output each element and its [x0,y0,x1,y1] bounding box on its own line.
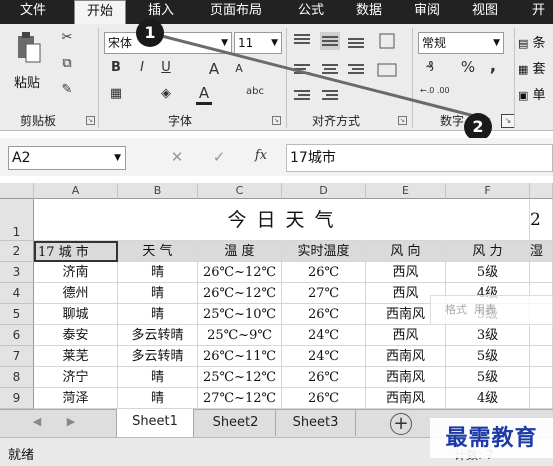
table-cell[interactable]: 莱芜 [34,346,118,367]
row-header[interactable]: 6 [0,325,34,346]
table-cell[interactable]: 西风 [366,262,446,283]
table-cell[interactable] [530,367,553,388]
table-cell[interactable]: 26℃ [282,388,366,409]
table-cell[interactable]: 济南 [34,262,118,283]
worksheet-grid: A B C D E F 1 2 3 4 5 6 7 8 9 10 今 日 天 气… [0,183,553,409]
header-cell[interactable]: 风 向 [366,241,446,262]
row-header[interactable]: 1 [0,199,34,241]
table-cell[interactable] [530,388,553,409]
table-cell[interactable]: 27℃~12℃ [198,388,282,409]
ghost-text-b: 用表 [474,303,496,316]
row-header[interactable]: 4 [0,283,34,304]
enter-icon[interactable]: ✓ [210,148,228,166]
column-header[interactable]: F [446,183,530,199]
header-cell[interactable]: 湿 [530,241,553,262]
table-cell[interactable]: 济宁 [34,367,118,388]
sheet-tab-active[interactable]: Sheet1 [116,409,194,437]
table-cell[interactable]: 5级 [446,262,530,283]
ghost-text-a: 格式 [445,303,467,316]
row-header[interactable]: 2 [0,241,34,262]
table-cell[interactable]: 25℃~10℃ [198,304,282,325]
table-cell[interactable]: 3级 [446,325,530,346]
table-cell[interactable]: 多云转晴 [118,325,198,346]
table-cell[interactable]: 26℃~12℃ [198,262,282,283]
scroll-right-icon[interactable]: ▶ [64,415,78,428]
table-cell[interactable]: 西南风 [366,346,446,367]
scroll-left-icon[interactable]: ◀ [30,415,44,428]
column-header[interactable]: C [198,183,282,199]
watermark-logo: 最需教育 [430,418,553,458]
column-header[interactable]: E [366,183,446,199]
insert-function-icon[interactable]: fx [250,148,272,163]
chevron-down-icon: ▼ [114,153,121,163]
table-cell[interactable]: 26℃ [282,304,366,325]
table-cell[interactable]: 多云转晴 [118,346,198,367]
status-ready: 就绪 [8,448,35,463]
table-cell[interactable]: 24℃ [282,346,366,367]
column-header[interactable]: B [118,183,198,199]
row-header[interactable]: 7 [0,346,34,367]
table-cell[interactable]: 西南风 [366,388,446,409]
column-header[interactable]: D [282,183,366,199]
table-cell[interactable]: 晴 [118,283,198,304]
table-cell[interactable] [530,325,553,346]
header-cell[interactable]: 风 力 [446,241,530,262]
select-all-corner[interactable] [0,183,34,199]
table-cell[interactable]: 26℃ [282,262,366,283]
table-cell[interactable]: 27℃ [282,283,366,304]
header-cell-selected[interactable]: 17 城 市 [34,241,118,262]
name-box[interactable]: A2 ▼ [8,146,126,170]
table-cell[interactable]: 26℃ [282,367,366,388]
title-cell[interactable]: 今 日 天 气 [34,199,530,241]
table-cell[interactable]: 菏泽 [34,388,118,409]
add-sheet-icon[interactable]: + [390,413,412,435]
table-cell[interactable]: 5级 [446,367,530,388]
table-cell[interactable]: 26℃~12℃ [198,283,282,304]
table-cell[interactable]: 25℃~9℃ [198,325,282,346]
table-cell[interactable]: 24℃ [282,325,366,346]
table-cell[interactable]: 26℃~11℃ [198,346,282,367]
row-header[interactable]: 9 [0,388,34,409]
header-cell[interactable]: 温 度 [198,241,282,262]
table-cell[interactable]: 晴 [118,304,198,325]
sheet-title: 今 日 天 气 [227,209,336,231]
table-cell[interactable] [530,262,553,283]
cell[interactable]: 2 [530,199,553,241]
table-cell[interactable]: 5级 [446,346,530,367]
formula-bar: A2 ▼ ✕ ✓ fx 17城市 [0,138,553,176]
sheet-tab[interactable]: Sheet3 [276,410,356,436]
table-cell[interactable]: 西风 [366,325,446,346]
cancel-icon[interactable]: ✕ [168,148,186,166]
table-cell[interactable] [530,346,553,367]
sheet-tab[interactable]: Sheet2 [196,410,276,436]
table-cell[interactable]: 晴 [118,262,198,283]
table-cell[interactable]: 25℃~12℃ [198,367,282,388]
column-header[interactable]: A [34,183,118,199]
row-header[interactable]: 5 [0,304,34,325]
annotation-marker-2: 2 [464,113,492,141]
table-cell[interactable]: 泰安 [34,325,118,346]
table-cell[interactable]: 4级 [446,388,530,409]
annotation-marker-1: 1 [136,19,164,47]
formula-input[interactable]: 17城市 [286,144,553,172]
header-cell[interactable]: 实时温度 [282,241,366,262]
column-header[interactable] [530,183,553,199]
table-cell[interactable]: 晴 [118,367,198,388]
table-cell[interactable]: 西南风 [366,367,446,388]
ghost-tooltip: 格式 用表 [430,295,553,325]
table-cell[interactable]: 聊城 [34,304,118,325]
row-header[interactable]: 3 [0,262,34,283]
table-cell[interactable]: 德州 [34,283,118,304]
name-box-value: A2 [12,150,31,166]
table-cell[interactable]: 晴 [118,388,198,409]
header-cell[interactable]: 天 气 [118,241,198,262]
row-header[interactable]: 8 [0,367,34,388]
